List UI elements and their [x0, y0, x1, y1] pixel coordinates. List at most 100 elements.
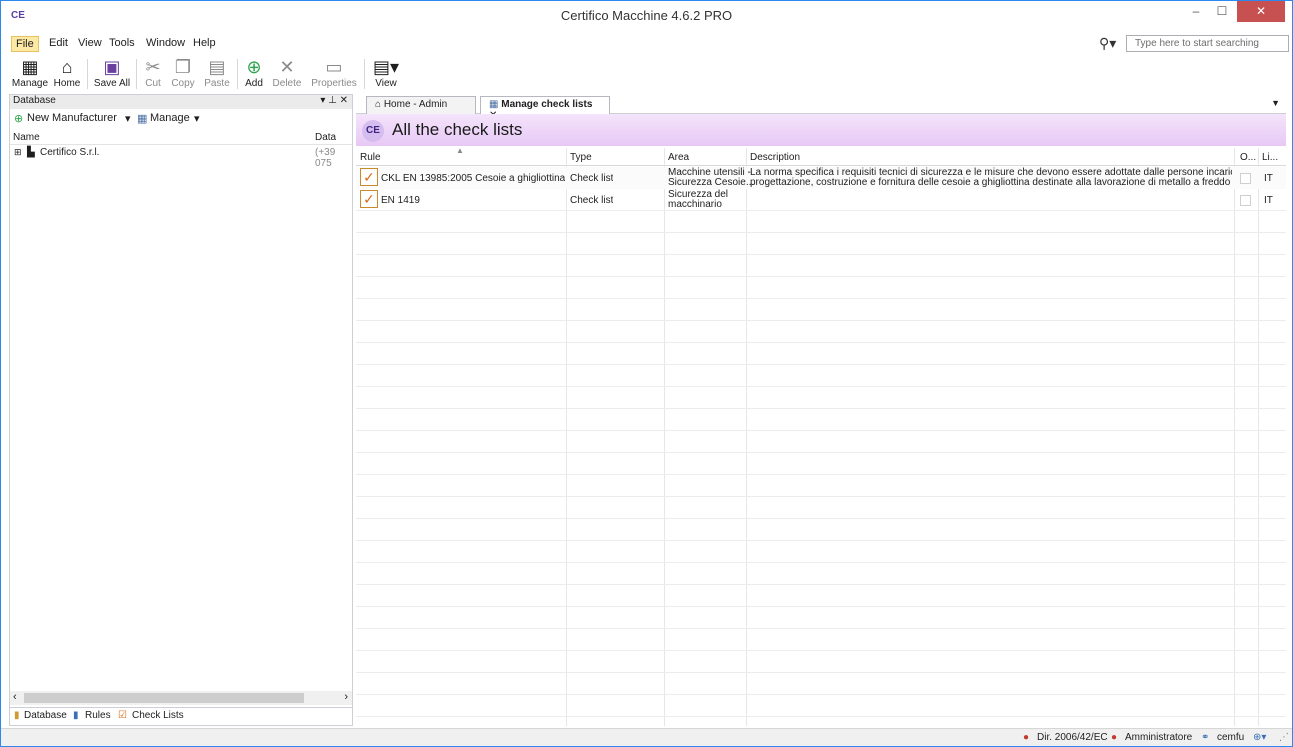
- col-area[interactable]: Area: [668, 152, 689, 163]
- copy-icon: ❐: [174, 57, 192, 77]
- sort-asc-icon: ▲: [456, 148, 464, 155]
- chevron-down-icon[interactable]: ▼: [1271, 98, 1280, 108]
- menu-edit[interactable]: Edit: [45, 36, 72, 50]
- col-description[interactable]: Description: [750, 152, 800, 163]
- properties-button[interactable]: ▭ Properties: [307, 56, 361, 92]
- cell-description: progettazione, costruzione e fornitura d…: [750, 177, 1232, 188]
- grid-rule: [356, 408, 1286, 409]
- grid-rule: [356, 364, 1286, 365]
- grid-icon: ▦: [137, 113, 148, 125]
- chevron-down-icon[interactable]: ▾: [125, 112, 131, 125]
- panel-tabs: ▮ Database ▮ Rules ☑ Check Lists: [10, 707, 352, 725]
- add-button[interactable]: ⊕ Add: [241, 56, 267, 92]
- document-area: ⌂ Home - Admin ▦ Manage check lists ✕ ▼ …: [356, 94, 1286, 726]
- menu-help[interactable]: Help: [189, 36, 220, 50]
- home-button[interactable]: ⌂ Home: [51, 56, 83, 92]
- table-row[interactable]: ✓ CKL EN 13985:2005 Cesoie a ghigliottin…: [356, 167, 1286, 189]
- maximize-button[interactable]: ☐: [1209, 1, 1235, 22]
- tab-rules[interactable]: Rules: [85, 710, 111, 721]
- ce-logo-icon: CE: [362, 120, 384, 142]
- manage-dropdown[interactable]: Manage: [150, 112, 190, 124]
- language-icon[interactable]: ⊕▾: [1253, 732, 1266, 743]
- scissors-icon: ✂: [145, 57, 161, 77]
- paste-icon: ▤: [208, 57, 226, 77]
- grid-divider: [1258, 148, 1259, 726]
- plus-icon: ⊕: [14, 113, 24, 125]
- grid-rule: [356, 672, 1286, 673]
- view-button[interactable]: ▤▾ View: [369, 56, 403, 92]
- paste-button[interactable]: ▤ Paste: [200, 56, 234, 92]
- search-icon[interactable]: ⚲▾: [1099, 35, 1116, 52]
- panel-controls[interactable]: ▾ ⊥ ✕: [320, 95, 348, 106]
- col-o[interactable]: O...: [1240, 152, 1256, 163]
- directive-status[interactable]: Dir. 2006/42/EC: [1037, 732, 1108, 743]
- row-checkbox[interactable]: [1240, 195, 1251, 206]
- grid-rule: [356, 540, 1286, 541]
- col-type[interactable]: Type: [570, 152, 592, 163]
- toolbar-separator: [364, 59, 365, 89]
- menu-file[interactable]: File: [11, 36, 39, 52]
- scroll-right-icon[interactable]: ›: [344, 691, 348, 703]
- grid-divider: [664, 148, 665, 726]
- menu-window[interactable]: Window: [142, 36, 189, 50]
- grid-rule: [356, 694, 1286, 695]
- rules-icon: ▮: [73, 710, 79, 721]
- row-checkbox[interactable]: [1240, 173, 1251, 184]
- table-row[interactable]: ✓ EN 1419 Check list Sicurezza del macch…: [356, 189, 1286, 211]
- database-status[interactable]: cemfu: [1217, 732, 1244, 743]
- user-status[interactable]: Amministratore: [1125, 732, 1192, 743]
- panel-title: Database: [13, 95, 56, 106]
- checklist-icon: ☑: [118, 710, 127, 721]
- panel-toolbar: ⊕ New Manufacturer ▾ ▦ Manage ▾: [10, 109, 352, 127]
- col-name[interactable]: Name: [13, 132, 40, 143]
- search-input[interactable]: Type here to start searching: [1126, 35, 1289, 52]
- document-tabs: ⌂ Home - Admin ▦ Manage check lists ✕ ▼: [356, 94, 1286, 121]
- checklist-icon: ✓: [360, 190, 378, 208]
- cell-language: IT: [1264, 195, 1273, 206]
- tab-home-admin[interactable]: ⌂ Home - Admin: [366, 96, 476, 114]
- save-all-button[interactable]: ▣ Save All: [91, 56, 133, 92]
- new-manufacturer-button[interactable]: New Manufacturer: [27, 112, 117, 124]
- horizontal-scrollbar[interactable]: ‹ ›: [10, 691, 352, 705]
- col-rule[interactable]: Rule: [360, 152, 381, 163]
- menu-bar: File Edit View Tools Window Help ⚲▾ Type…: [9, 34, 1289, 54]
- page-title: All the check lists: [392, 120, 523, 139]
- tab-check-lists[interactable]: Check Lists: [132, 710, 184, 721]
- toolbar-separator: [136, 59, 137, 89]
- grid-rule: [356, 716, 1286, 717]
- grid-header: Rule ▲ Type Area Description O... Li...: [356, 148, 1286, 166]
- menu-tools[interactable]: Tools: [105, 36, 139, 50]
- tab-database[interactable]: Database: [24, 710, 67, 721]
- copy-button[interactable]: ❐ Copy: [167, 56, 199, 92]
- cell-language: IT: [1264, 173, 1273, 184]
- close-button[interactable]: ✕: [1237, 1, 1285, 22]
- delete-button[interactable]: ✕ Delete: [269, 56, 305, 92]
- col-data[interactable]: Data: [315, 132, 336, 143]
- expand-icon[interactable]: ⊞: [14, 147, 22, 158]
- toolbar-separator: [237, 59, 238, 89]
- grid-rule: [356, 562, 1286, 563]
- plus-icon: ⊕: [246, 57, 262, 77]
- tab-manage-check-lists[interactable]: ▦ Manage check lists ✕: [480, 96, 610, 121]
- col-li[interactable]: Li...: [1262, 152, 1278, 163]
- status-bar: ● Dir. 2006/42/EC ● Amministratore ⚭ cem…: [1, 728, 1292, 746]
- cut-button[interactable]: ✂ Cut: [140, 56, 166, 92]
- scroll-left-icon[interactable]: ‹: [13, 691, 17, 703]
- tree-item-data: (+39 075: [315, 147, 336, 169]
- cell-area: macchinario: [668, 199, 722, 210]
- resize-grip-icon[interactable]: ⋰: [1279, 732, 1289, 743]
- scroll-thumb[interactable]: [24, 693, 304, 703]
- main-toolbar: ▦ Manage ⌂ Home ▣ Save All ✂ Cut ❐ Copy ▤ Past…: [9, 56, 1286, 92]
- database-panel: Database ▾ ⊥ ✕ ⊕ New Manufacturer ▾ ▦ Ma…: [9, 94, 353, 726]
- grid-rule: [356, 232, 1286, 233]
- grid-rule: [356, 254, 1286, 255]
- grid-rule: [356, 276, 1286, 277]
- chevron-down-icon[interactable]: ▾: [194, 112, 200, 125]
- grid-rule: [356, 386, 1286, 387]
- grid-rule: [356, 342, 1286, 343]
- manage-button[interactable]: ▦ Manage: [11, 56, 49, 92]
- grid-rule: [356, 650, 1286, 651]
- tree-row[interactable]: ⊞ ▙ Certifico S.r.l. (+39 075: [10, 145, 352, 169]
- menu-view[interactable]: View: [74, 36, 106, 50]
- minimize-button[interactable]: –: [1183, 1, 1209, 22]
